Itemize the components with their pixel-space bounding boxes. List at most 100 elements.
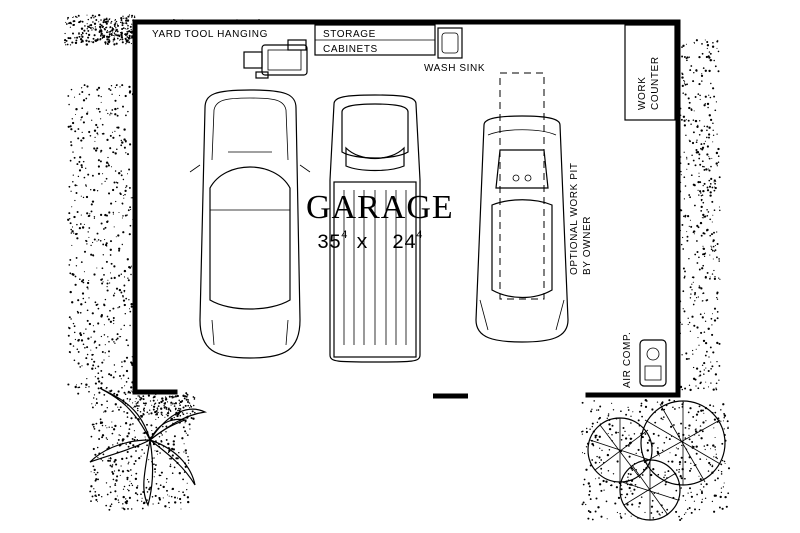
stipple-dot <box>134 15 136 17</box>
stipple-dot <box>688 428 690 430</box>
stipple-dot <box>721 442 724 445</box>
stipple-dot <box>110 22 112 24</box>
stipple-dot <box>657 473 660 476</box>
stipple-dot <box>124 189 127 193</box>
stipple-dot <box>143 501 146 504</box>
stipple-dot <box>157 487 160 490</box>
stipple-dot <box>607 470 610 472</box>
sports-car-icon <box>475 115 569 343</box>
stipple-dot <box>614 431 618 434</box>
stipple-dot <box>77 339 80 342</box>
stipple-dot <box>154 450 156 452</box>
lawn-mower-icon <box>243 39 308 79</box>
stipple-dot <box>121 22 124 24</box>
stipple-dot <box>702 189 705 193</box>
stipple-dot <box>142 395 145 398</box>
stipple-dot <box>669 452 671 454</box>
stipple-dot <box>160 407 163 410</box>
stipple-dot <box>628 486 631 490</box>
stipple-dot <box>702 292 705 294</box>
stipple-dot <box>120 19 123 22</box>
stipple-dot <box>129 480 131 482</box>
stipple-dot <box>117 438 120 441</box>
stipple-dot <box>122 503 124 505</box>
stipple-dot <box>86 281 90 285</box>
stipple-dot <box>714 446 716 448</box>
stipple-dot <box>711 221 713 223</box>
stipple-dot <box>641 474 644 476</box>
stipple-dot <box>706 189 710 192</box>
stipple-dot <box>155 482 158 485</box>
stipple-dot <box>713 427 715 429</box>
stipple-dot <box>74 338 76 341</box>
stipple-dot <box>131 14 134 17</box>
stipple-dot <box>686 508 689 510</box>
stipple-dot <box>155 413 159 416</box>
stipple-dot <box>621 434 624 437</box>
stipple-dot <box>186 482 188 484</box>
stipple-dot <box>700 491 704 495</box>
stipple-dot <box>153 457 155 459</box>
stipple-dot <box>93 472 95 474</box>
stipple-dot <box>114 113 117 116</box>
stipple-dot <box>708 356 710 358</box>
stipple-dot <box>685 499 687 501</box>
stipple-dot <box>113 392 116 395</box>
stipple-dot <box>716 311 719 313</box>
cabinets-label: CABINETS <box>323 44 378 55</box>
stipple-dot <box>125 457 128 460</box>
stipple-dot <box>121 38 124 41</box>
stipple-dot <box>121 386 123 389</box>
stipple-dot <box>119 406 122 409</box>
stipple-dot <box>111 113 113 115</box>
stipple-dot <box>89 27 92 29</box>
work-counter-label-line2: COUNTER <box>650 56 661 110</box>
stipple-dot <box>130 265 133 267</box>
stipple-dot <box>100 95 102 98</box>
stipple-dot <box>702 245 704 247</box>
stipple-dot <box>702 217 704 219</box>
stipple-dot <box>107 164 110 167</box>
stipple-dot <box>115 84 118 87</box>
stipple-dot <box>162 497 164 499</box>
stipple-dot <box>704 215 707 218</box>
stipple-dot <box>591 459 594 461</box>
stipple-dot <box>111 432 114 435</box>
stipple-dot <box>105 504 108 507</box>
stipple-dot <box>711 324 713 326</box>
stipple-dot <box>185 395 188 398</box>
stipple-dot <box>88 279 90 282</box>
stipple-dot <box>113 226 115 228</box>
stipple-dot <box>183 451 185 453</box>
stipple-dot <box>176 414 179 418</box>
stipple-dot <box>77 128 80 130</box>
stipple-dot <box>116 34 119 37</box>
stipple-dot <box>78 386 81 389</box>
stipple-dot <box>106 42 109 46</box>
car-icon <box>189 89 311 359</box>
stipple-dot <box>78 169 82 172</box>
stipple-dot <box>675 489 678 492</box>
stipple-dot <box>708 169 711 172</box>
stipple-dot <box>709 191 712 194</box>
stipple-dot <box>114 130 116 132</box>
stipple-dot <box>627 409 630 411</box>
stipple-dot <box>585 468 588 471</box>
stipple-dot <box>83 271 85 273</box>
stipple-dot <box>98 110 101 113</box>
stipple-dot <box>672 406 674 409</box>
stipple-dot <box>708 51 711 53</box>
stipple-dot <box>93 488 95 490</box>
stipple-dot <box>88 40 90 43</box>
wash-sink-label: WASH SINK <box>424 63 485 74</box>
stipple-dot <box>724 495 727 499</box>
stipple-dot <box>688 194 691 196</box>
stipple-dot <box>688 257 690 260</box>
stipple-dot <box>75 108 78 111</box>
stipple-dot <box>118 336 120 338</box>
stipple-dot <box>668 399 671 402</box>
stipple-dot <box>69 37 72 40</box>
stipple-dot <box>656 450 659 453</box>
stipple-dot <box>665 436 668 439</box>
stipple-dot <box>115 479 118 482</box>
